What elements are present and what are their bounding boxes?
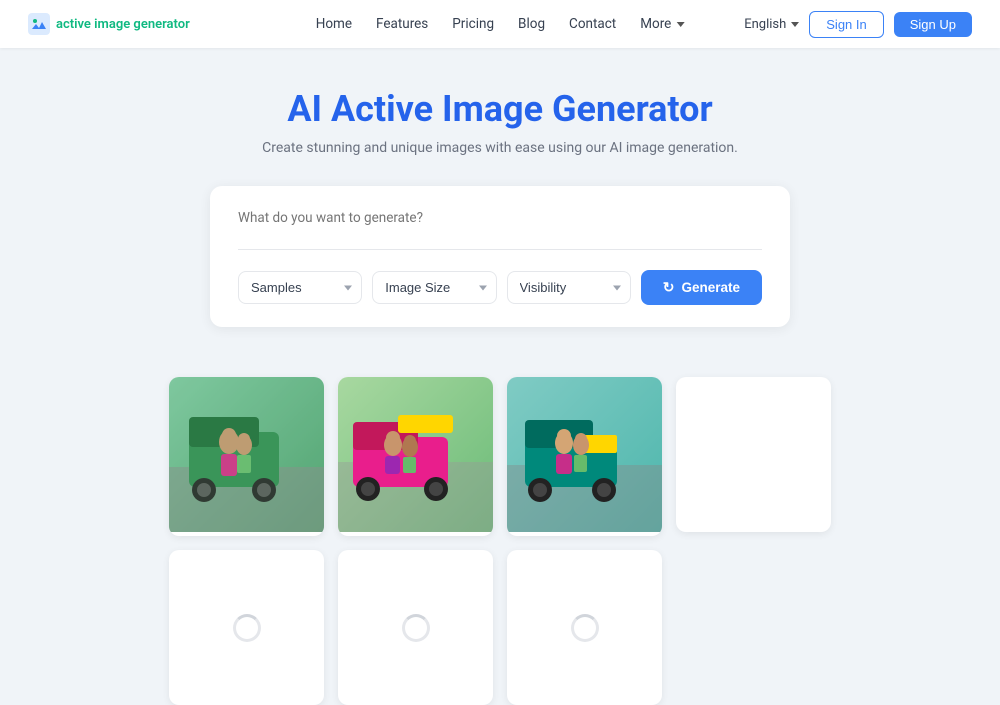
- spinner-3: [571, 614, 599, 642]
- generator-controls: Samples 1 Sample 2 Samples 4 Samples Ima…: [238, 270, 762, 305]
- nav-home[interactable]: Home: [316, 16, 352, 32]
- hero-subtitle: Create stunning and unique images with e…: [20, 140, 980, 156]
- empty-card-2: [676, 550, 831, 705]
- nav-features[interactable]: Features: [376, 16, 428, 32]
- image-card-1[interactable]: [169, 377, 324, 536]
- logo-icon: [28, 13, 50, 35]
- more-chevron-icon: [676, 22, 684, 27]
- image-size-select[interactable]: Image Size 512x512 768x768 1024x1024: [372, 271, 496, 304]
- image-card-2[interactable]: [338, 377, 493, 536]
- image-card-3[interactable]: [507, 377, 662, 536]
- generate-icon: ↻: [663, 279, 675, 296]
- loading-card-2: [338, 550, 493, 705]
- nav-contact[interactable]: Contact: [569, 16, 616, 32]
- prompt-input[interactable]: [238, 210, 762, 250]
- generate-button[interactable]: ↻ Generate: [641, 270, 762, 305]
- language-selector[interactable]: English: [744, 17, 799, 32]
- nav-blog[interactable]: Blog: [518, 16, 545, 32]
- logo[interactable]: active image generator: [28, 13, 190, 35]
- visibility-wrapper: Visibility Public Private: [507, 271, 631, 304]
- spinner-1: [233, 614, 261, 642]
- nav-pricing[interactable]: Pricing: [452, 16, 494, 32]
- hero-section: AI Active Image Generator Create stunnin…: [0, 48, 1000, 377]
- navbar: active image generator Home Features Pri…: [0, 0, 1000, 48]
- image-2: [338, 377, 493, 532]
- main-nav: Home Features Pricing Blog Contact More: [316, 16, 685, 32]
- hero-title: AI Active Image Generator: [20, 88, 980, 130]
- spinner-2: [402, 614, 430, 642]
- loading-card-3: [507, 550, 662, 705]
- image-size-wrapper: Image Size 512x512 768x768 1024x1024: [372, 271, 496, 304]
- generator-box: Samples 1 Sample 2 Samples 4 Samples Ima…: [210, 186, 790, 327]
- signup-button[interactable]: Sign Up: [894, 12, 972, 37]
- navbar-right: English Sign In Sign Up: [744, 11, 972, 38]
- lang-chevron-icon: [791, 22, 799, 27]
- visibility-select[interactable]: Visibility Public Private: [507, 271, 631, 304]
- loading-card-1: [169, 550, 324, 705]
- image-1: [169, 377, 324, 532]
- image-grid: [169, 377, 831, 705]
- nav-more[interactable]: More: [640, 16, 684, 32]
- image-card-4: [676, 377, 831, 532]
- samples-wrapper: Samples 1 Sample 2 Samples 4 Samples: [238, 271, 362, 304]
- signin-button[interactable]: Sign In: [809, 11, 883, 38]
- logo-text: active image generator: [56, 17, 190, 32]
- samples-select[interactable]: Samples 1 Sample 2 Samples 4 Samples: [238, 271, 362, 304]
- image-3: [507, 377, 662, 532]
